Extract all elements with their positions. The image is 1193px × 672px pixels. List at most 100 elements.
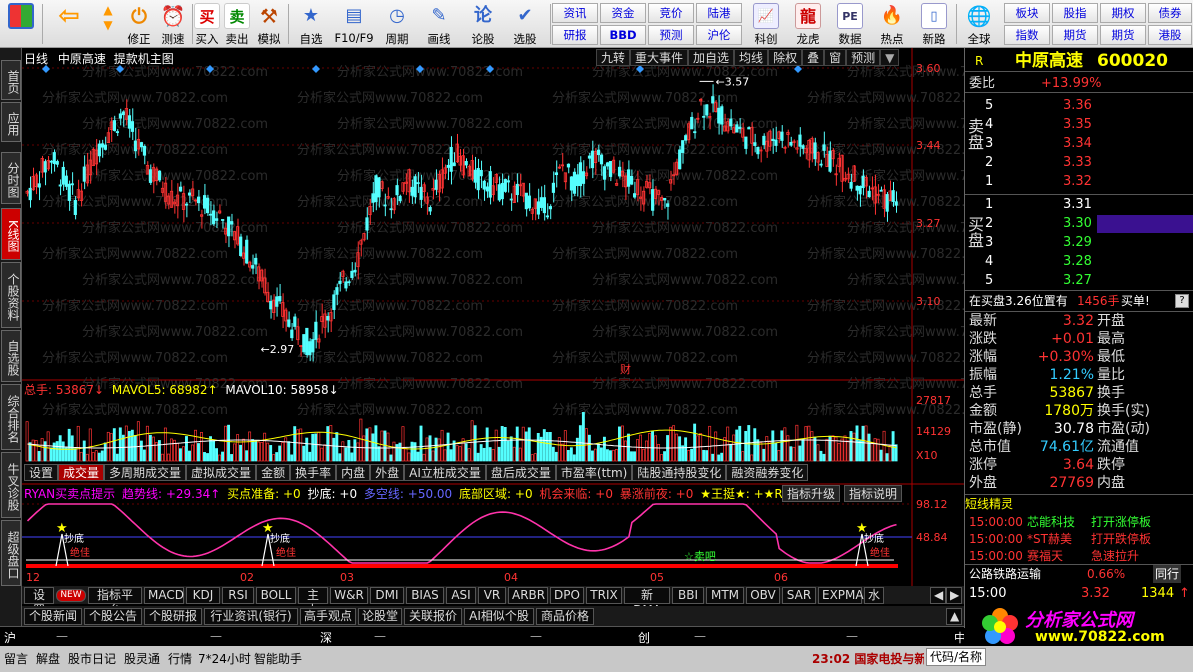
status-item-4[interactable]: 行情 [168,650,192,667]
forecast-button[interactable]: 预测 [648,25,694,45]
tool-exright[interactable]: 除权 [768,49,803,66]
indicator-tab-22[interactable]: 水 [864,587,884,604]
news-tab-8[interactable]: 商品价格 [536,608,594,625]
hk-button[interactable]: 陆港 [696,3,742,23]
indicator-tab-15[interactable]: TRIX [586,587,622,604]
index-cy[interactable]: 创 [638,629,650,646]
vol-tab-0[interactable]: 设置 [24,464,59,481]
global-button[interactable]: 🌐 全球 [960,2,998,46]
news-ticker[interactable]: 23:02 国家电投与新 [812,650,924,667]
news-tab-2[interactable]: 个股研报 [144,608,202,625]
scroll-right-icon[interactable]: ▶ [946,587,962,604]
status-item-2[interactable]: 股市日记 [68,650,116,667]
back-button[interactable]: ⇦ [52,2,86,46]
index-zx[interactable]: 中小 [954,629,964,646]
stock-index-button[interactable]: 股指 [1052,3,1098,23]
research-button[interactable]: 研报 [552,25,598,45]
sector-row[interactable]: 公路铁路运输 0.66% 同行 [965,565,1193,583]
discuss-button[interactable]: 论 论股 [466,2,500,46]
vol-tab-1[interactable]: 成交量 [58,464,105,481]
news-tab-5[interactable]: 论股堂 [358,608,402,625]
indicator-tab-11[interactable]: ASI [446,587,476,604]
vol-tab-7[interactable]: 外盘 [370,464,405,481]
futures-button[interactable]: 期货 [1052,25,1098,45]
tool-add-watch[interactable]: 加自选 [688,49,735,66]
dragon-tiger-button[interactable]: 龍 龙虎 [790,2,826,46]
auction-button[interactable]: 竞价 [648,3,694,23]
sell-button[interactable]: 卖 卖出 [224,2,250,46]
tool-dropdown-icon[interactable]: ▼ [880,49,900,66]
tab-apps[interactable]: 应用 [1,102,21,142]
bonds-button[interactable]: 债券 [1148,3,1192,23]
index-sh[interactable]: 沪 [4,629,16,646]
sprite-row[interactable]: 15:00:00 赛福天 急速拉升 [965,547,1193,565]
vol-tab-8[interactable]: AI立桩成交量 [404,464,486,481]
speed-test-button[interactable]: ⏰ 测速 [158,2,188,46]
status-item-6[interactable]: 智能助手 [254,650,302,667]
index-button[interactable]: 指数 [1004,25,1050,45]
tab-watchlist[interactable]: 自选股 [1,330,21,382]
vol-tab-4[interactable]: 金额 [256,464,291,481]
indicator-tab-6[interactable]: BOLL [256,587,296,604]
tab-super-order[interactable]: 超级盘口 [1,520,21,586]
vol-tab-12[interactable]: 融资融券变化 [726,464,809,481]
draw-line-button[interactable]: ✎ 画线 [422,2,456,46]
watchlist-button[interactable]: ★ 自选 [296,2,326,46]
code-search-input[interactable]: 代码/名称 [926,648,987,666]
tab-stock-profile[interactable]: 个股资料 [1,262,21,328]
tool-forecast[interactable]: 预测 [846,49,881,66]
scroll-left-icon[interactable]: ◀ [930,587,946,604]
vol-tab-3[interactable]: 虚拟成交量 [186,464,257,481]
scroll-up-icon[interactable]: ▲ [946,608,962,625]
tool-overlay[interactable]: 叠 [802,49,825,66]
new-road-button[interactable]: ▯ 新路 [916,2,952,46]
tool-events[interactable]: 重大事件 [630,49,689,66]
help-icon[interactable]: ? [1175,294,1189,308]
fix-button[interactable]: ⏻ 修正 [124,2,154,46]
vol-tab-2[interactable]: 多周期成交量 [104,464,187,481]
indicator-tab-8[interactable]: W&R [330,587,368,604]
vol-tab-6[interactable]: 内盘 [336,464,371,481]
funds-button[interactable]: 资金 [600,3,646,23]
indicator-tab-5[interactable]: RSI [222,587,254,604]
news-button[interactable]: 资讯 [552,3,598,23]
star-market-button[interactable]: 📈 科创 [748,2,784,46]
period-button[interactable]: ◷ 周期 [380,2,414,46]
status-item-5[interactable]: 7*24小时 [198,650,251,667]
vol-tab-9[interactable]: 盘后成交量 [485,464,556,481]
toolbar-grid-button[interactable] [4,2,38,46]
f10-button[interactable]: ▤ F10/F9 [334,2,374,46]
tab-ranking[interactable]: 综合排名 [1,384,21,450]
news-tab-7[interactable]: AI相似个股 [464,608,534,625]
sprite-row[interactable]: 15:00:00 *ST赫美 打开跌停板 [965,530,1193,548]
tab-diagnose[interactable]: 牛叉诊股 [1,452,21,518]
indicator-tab-1[interactable]: NEW [56,589,86,602]
index-sz[interactable]: 深 [320,629,332,646]
indicator-tab-12[interactable]: VR [478,587,506,604]
indicator-tab-21[interactable]: EXPMA [818,587,864,604]
status-item-0[interactable]: 留言 [4,650,28,667]
news-tab-4[interactable]: 高手观点 [300,608,356,625]
sector-peer[interactable]: 同行 [1153,565,1182,583]
indicator-tab-13[interactable]: ARBR [508,587,548,604]
vol-tab-10[interactable]: 市盈率(ttm) [555,464,633,481]
indicator-tab-17[interactable]: BBI [672,587,704,604]
hk-stocks-button[interactable]: 港股 [1148,25,1192,45]
indicator-help-button[interactable]: 指标说明 [844,485,903,502]
indicator-tab-2[interactable]: 指标平台 [88,587,142,617]
vol-tab-11[interactable]: 陆股通持股变化 [632,464,727,481]
sector-button[interactable]: 板块 [1004,3,1050,23]
news-tab-6[interactable]: 关联报价 [404,608,462,625]
up-button[interactable]: ▲ ▼ [94,2,122,46]
tab-timeshare[interactable]: 分时图 [1,152,21,204]
indicator-tab-20[interactable]: SAR [782,587,816,604]
indicator-tab-16[interactable]: 新DMA [624,587,670,617]
vol-tab-5[interactable]: 换手率 [290,464,337,481]
options-button[interactable]: 期权 [1100,3,1146,23]
news-tab-1[interactable]: 个股公告 [84,608,142,625]
news-tab-0[interactable]: 个股新闻 [24,608,82,625]
indicator-tab-4[interactable]: KDJ [186,587,220,604]
indicator-tab-9[interactable]: DMI [370,587,404,604]
status-item-3[interactable]: 股灵通 [124,650,160,667]
tool-nine[interactable]: 九转 [596,49,631,66]
